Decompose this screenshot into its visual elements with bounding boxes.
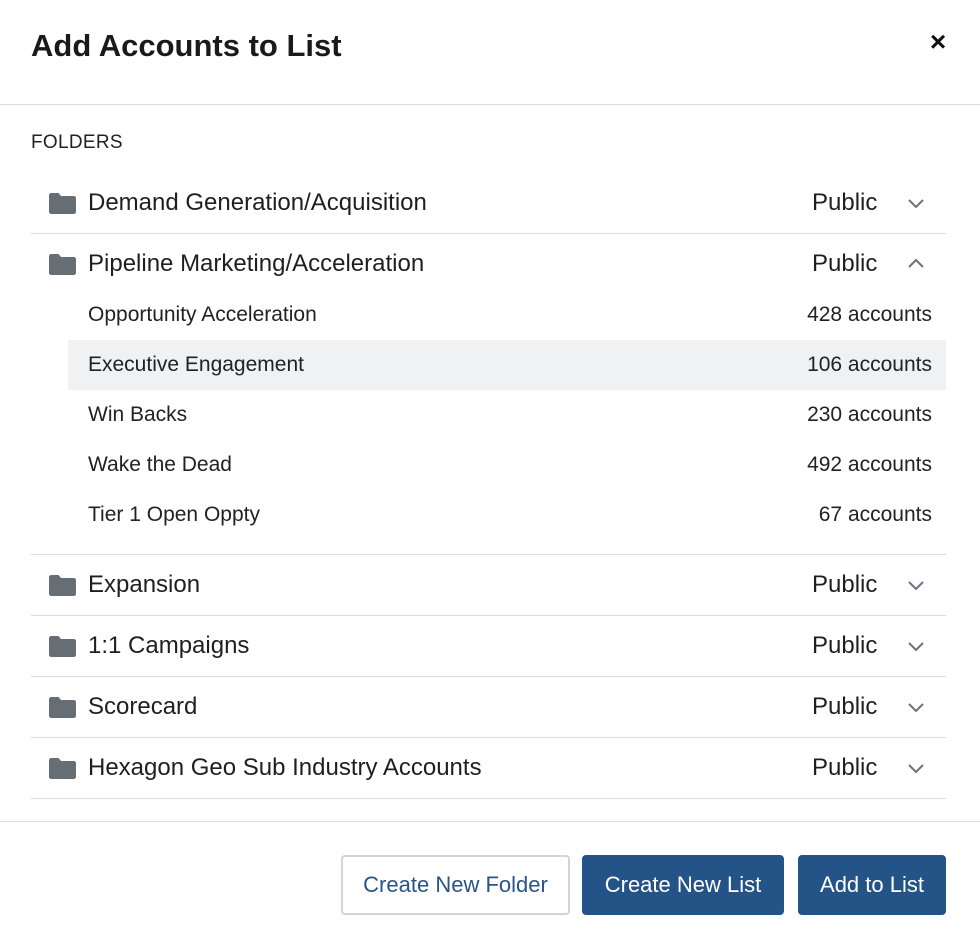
list-item[interactable]: Opportunity Acceleration 428 accounts	[68, 290, 946, 340]
dialog-title: Add Accounts to List	[31, 28, 342, 63]
list-item-selected[interactable]: Executive Engagement 106 accounts	[68, 340, 946, 390]
chevron-down-icon[interactable]	[906, 700, 926, 714]
list-account-count: 106 accounts	[807, 353, 932, 376]
chevron-down-icon[interactable]	[906, 639, 926, 653]
chevron-down-icon[interactable]	[906, 196, 926, 210]
chevron-down-icon[interactable]	[906, 578, 926, 592]
folder-icon	[49, 193, 76, 214]
dialog-footer: Create New Folder Create New List Add to…	[0, 821, 980, 946]
folder-visibility: Public	[812, 250, 878, 277]
list-name: Opportunity Acceleration	[88, 303, 317, 326]
chevron-up-icon[interactable]	[906, 257, 926, 271]
folder-name: Demand Generation/Acquisition	[88, 189, 427, 216]
folder-name: 1:1 Campaigns	[88, 632, 250, 659]
folder-icon	[49, 254, 76, 275]
folder-name: Pipeline Marketing/Acceleration	[88, 250, 425, 277]
folder-icon	[49, 758, 76, 779]
list-name: Wake the Dead	[88, 453, 232, 476]
list-name: Win Backs	[88, 403, 188, 426]
list-name: Tier 1 Open Oppty	[88, 503, 260, 526]
folder-item: Expansion Public	[31, 555, 946, 616]
folders-section-label: FOLDERS	[31, 132, 123, 153]
list-name: Executive Engagement	[88, 353, 304, 376]
folder-list: Demand Generation/Acquisition Public Pip…	[31, 173, 946, 799]
add-accounts-dialog: Add Accounts to List × FOLDERS Demand Ge…	[0, 0, 980, 946]
folder-visibility: Public	[812, 693, 878, 720]
folder-item: Demand Generation/Acquisition Public	[31, 173, 946, 234]
folder-name: Hexagon Geo Sub Industry Accounts	[88, 754, 482, 781]
close-icon[interactable]: ×	[926, 28, 950, 56]
list-item[interactable]: Win Backs 230 accounts	[68, 390, 946, 440]
folder-header[interactable]: Scorecard Public	[31, 677, 946, 737]
folder-header[interactable]: 1:1 Campaigns Public	[31, 616, 946, 676]
folder-visibility: Public	[812, 632, 878, 659]
create-new-folder-button[interactable]: Create New Folder	[341, 855, 570, 915]
folder-header[interactable]: Demand Generation/Acquisition Public	[31, 173, 946, 233]
folder-item: Scorecard Public	[31, 677, 946, 738]
add-to-list-button[interactable]: Add to List	[798, 855, 946, 915]
folder-visibility: Public	[812, 189, 878, 216]
folder-icon	[49, 697, 76, 718]
folder-name: Scorecard	[88, 693, 198, 720]
dialog-header: Add Accounts to List ×	[0, 0, 980, 105]
folder-item: Pipeline Marketing/Acceleration Public O…	[31, 234, 946, 555]
list-account-count: 230 accounts	[807, 403, 932, 426]
list-account-count: 492 accounts	[807, 453, 932, 476]
folder-name: Expansion	[88, 571, 201, 598]
folder-icon	[49, 636, 76, 657]
folder-visibility: Public	[812, 571, 878, 598]
folder-visibility: Public	[812, 754, 878, 781]
folder-header[interactable]: Hexagon Geo Sub Industry Accounts Public	[31, 738, 946, 798]
chevron-down-icon[interactable]	[906, 761, 926, 775]
folder-list-items: Opportunity Acceleration 428 accounts Ex…	[31, 290, 946, 554]
create-new-list-button[interactable]: Create New List	[582, 855, 784, 915]
list-item[interactable]: Tier 1 Open Oppty 67 accounts	[68, 490, 946, 540]
folder-item: Hexagon Geo Sub Industry Accounts Public	[31, 738, 946, 799]
list-account-count: 67 accounts	[818, 503, 932, 526]
list-item[interactable]: Wake the Dead 492 accounts	[68, 440, 946, 490]
folder-header[interactable]: Pipeline Marketing/Acceleration Public	[31, 234, 946, 294]
folder-item: 1:1 Campaigns Public	[31, 616, 946, 677]
folder-icon	[49, 575, 76, 596]
folder-header[interactable]: Expansion Public	[31, 555, 946, 615]
list-account-count: 428 accounts	[807, 303, 932, 326]
